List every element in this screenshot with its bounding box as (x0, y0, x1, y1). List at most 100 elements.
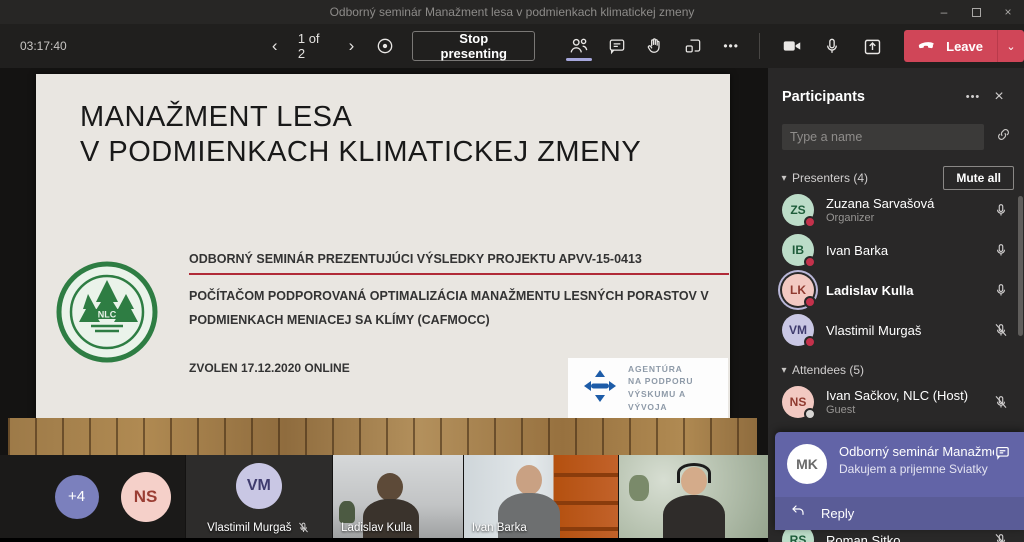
panel-scrollbar[interactable] (1018, 196, 1023, 336)
chat-toolbar-button[interactable] (599, 30, 635, 62)
camera-icon (781, 35, 803, 57)
apvv-arrows-icon (582, 368, 618, 409)
window-title: Odborný seminár Manažment lesa v podmien… (330, 5, 695, 19)
breakout-rooms-icon (683, 36, 703, 56)
mic-on-icon[interactable] (990, 242, 1012, 258)
leave-button[interactable]: Leave ⌄ (904, 30, 1024, 62)
attendees-section-header: Attendees (5) (792, 363, 1014, 377)
share-screen-button[interactable] (854, 30, 890, 62)
close-button[interactable]: × (992, 0, 1024, 24)
chevron-down-icon: ⌄ (1006, 40, 1015, 53)
mic-icon (822, 36, 842, 56)
person-silhouette (377, 473, 403, 501)
presentation-slide: MANAŽMENT LESA V PODMIENKACH KLIMATICKEJ… (36, 74, 730, 418)
participant-role: Organizer (826, 212, 990, 224)
headset-decor (677, 463, 711, 483)
participant-row[interactable]: LK Ladislav Kulla (768, 270, 1024, 310)
chat-notification-toast[interactable]: MK Odborný seminár Manažmen... Dakujem a… (775, 432, 1024, 530)
raised-hand-icon (645, 36, 665, 56)
avatar: MK (787, 444, 827, 484)
participant-row[interactable]: ZS Zuzana Sarvašová Organizer (768, 190, 1024, 230)
mic-on-icon[interactable] (990, 202, 1012, 218)
bookshelf-decor (554, 473, 618, 477)
presence-busy-dot (804, 216, 816, 228)
slide-background-wood-floor (8, 418, 757, 455)
participant-bubble-ns[interactable]: NS (121, 472, 171, 522)
video-tile-ivan-barka[interactable]: Ivan Barka (464, 455, 619, 538)
previous-slide-button[interactable]: ‹ (262, 32, 288, 60)
maximize-icon (972, 8, 981, 17)
leave-label: Leave (946, 39, 983, 54)
video-filmstrip: +4 NS VM Vlastimil Murgaš (0, 455, 768, 538)
overflow-count-badge[interactable]: +4 (55, 475, 99, 519)
avatar: VM (236, 463, 282, 509)
notification-title: Odborný seminár Manažmen... (839, 444, 994, 459)
shared-screen-stage: MANAŽMENT LESA V PODMIENKACH KLIMATICKEJ… (0, 68, 768, 542)
apvv-agency-logo: AGENTÚRA NA PODPORU VÝSKUMU A VÝVOJA (568, 358, 728, 418)
next-slide-button[interactable]: › (338, 32, 364, 60)
mic-off-icon[interactable] (990, 322, 1012, 338)
mic-off-icon[interactable] (990, 532, 1012, 542)
meeting-timer: 03:17:40 (20, 39, 87, 53)
teams-meeting-window: Odborný seminár Manažment lesa v podmien… (0, 0, 1024, 542)
participant-name: Ivan Sačkov, NLC (Host) (826, 388, 990, 403)
participants-close-button[interactable]: × (986, 86, 1012, 108)
private-viewing-button[interactable] (369, 30, 403, 62)
participant-row[interactable]: IB Ivan Barka (768, 230, 1024, 270)
slide-title: MANAŽMENT LESA V PODMIENKACH KLIMATICKEJ… (80, 100, 730, 171)
presence-dot (804, 408, 816, 420)
reply-arrow-icon (789, 503, 807, 524)
mic-off-icon (297, 521, 311, 534)
mic-off-icon[interactable] (990, 394, 1012, 410)
reply-button[interactable]: Reply (775, 497, 1024, 530)
link-icon (995, 126, 1012, 148)
notification-message: Dakujem a prijemne Sviatky (839, 462, 994, 476)
nlc-logo: NLC (55, 260, 159, 364)
hangup-icon (918, 39, 938, 54)
chat-icon (607, 36, 627, 56)
participant-role: Guest (826, 404, 990, 416)
breakout-rooms-toolbar-button[interactable] (675, 30, 711, 62)
more-icon: ••• (723, 39, 739, 53)
eye-icon (375, 36, 395, 56)
participant-row[interactable]: VM Vlastimil Murgaš (768, 310, 1024, 350)
video-tile-vlastimil-murgas[interactable]: VM Vlastimil Murgaš (186, 455, 333, 538)
copy-invite-link-button[interactable] (992, 126, 1014, 148)
participant-name: Ivan Barka (826, 243, 990, 258)
video-tile-ladislav-kulla[interactable]: Ladislav Kulla (333, 455, 463, 538)
participant-search-input[interactable] (782, 124, 984, 150)
participant-name: Vlastimil Murgaš (826, 323, 990, 338)
presence-busy-dot (804, 256, 816, 268)
video-tile-name: Ivan Barka (472, 522, 527, 534)
participant-row[interactable]: NS Ivan Sačkov, NLC (Host) Guest (768, 382, 1024, 422)
participant-name: Zuzana Sarvašová (826, 196, 990, 211)
slide-body-text: POČÍTAČOM PODPOROVANÁ OPTIMALIZÁCIA MANA… (189, 285, 729, 333)
participants-panel-title: Participants (782, 89, 960, 105)
participants-more-button[interactable]: ••• (960, 86, 986, 108)
apvv-logo-text: AGENTÚRA NA PODPORU VÝSKUMU A VÝVOJA (628, 363, 728, 414)
video-tile-name: Ladislav Kulla (341, 522, 412, 534)
person-silhouette (516, 465, 542, 495)
stop-presenting-button[interactable]: Stop presenting (412, 31, 535, 61)
plant-decor (629, 475, 649, 501)
attendees-collapse-icon[interactable]: ▾ (776, 365, 792, 376)
mic-toggle-button[interactable] (814, 30, 850, 62)
participants-toolbar-button[interactable] (561, 30, 597, 62)
maximize-button[interactable] (960, 0, 992, 24)
reply-label: Reply (821, 506, 854, 521)
presence-busy-dot (804, 336, 816, 348)
camera-toggle-button[interactable] (774, 30, 810, 62)
meeting-toolbar: 03:17:40 ‹ 1 of 2 › Stop presenting (0, 24, 1024, 68)
mic-on-icon[interactable] (990, 282, 1012, 298)
nlc-logo-text: NLC (98, 310, 117, 320)
presenters-collapse-icon[interactable]: ▾ (776, 173, 792, 184)
raise-hand-toolbar-button[interactable] (637, 30, 673, 62)
minimize-button[interactable]: – (928, 0, 960, 24)
person-silhouette (663, 495, 725, 538)
slide-page-indicator: 1 of 2 (292, 31, 335, 61)
mute-all-button[interactable]: Mute all (943, 166, 1014, 190)
leave-options-button[interactable]: ⌄ (998, 40, 1024, 53)
more-options-toolbar-button[interactable]: ••• (713, 30, 749, 62)
slide-subtitle: ODBORNÝ SEMINÁR PREZENTUJÚCI VÝSLEDKY PR… (189, 252, 729, 275)
video-tile-attendee[interactable] (619, 455, 768, 538)
